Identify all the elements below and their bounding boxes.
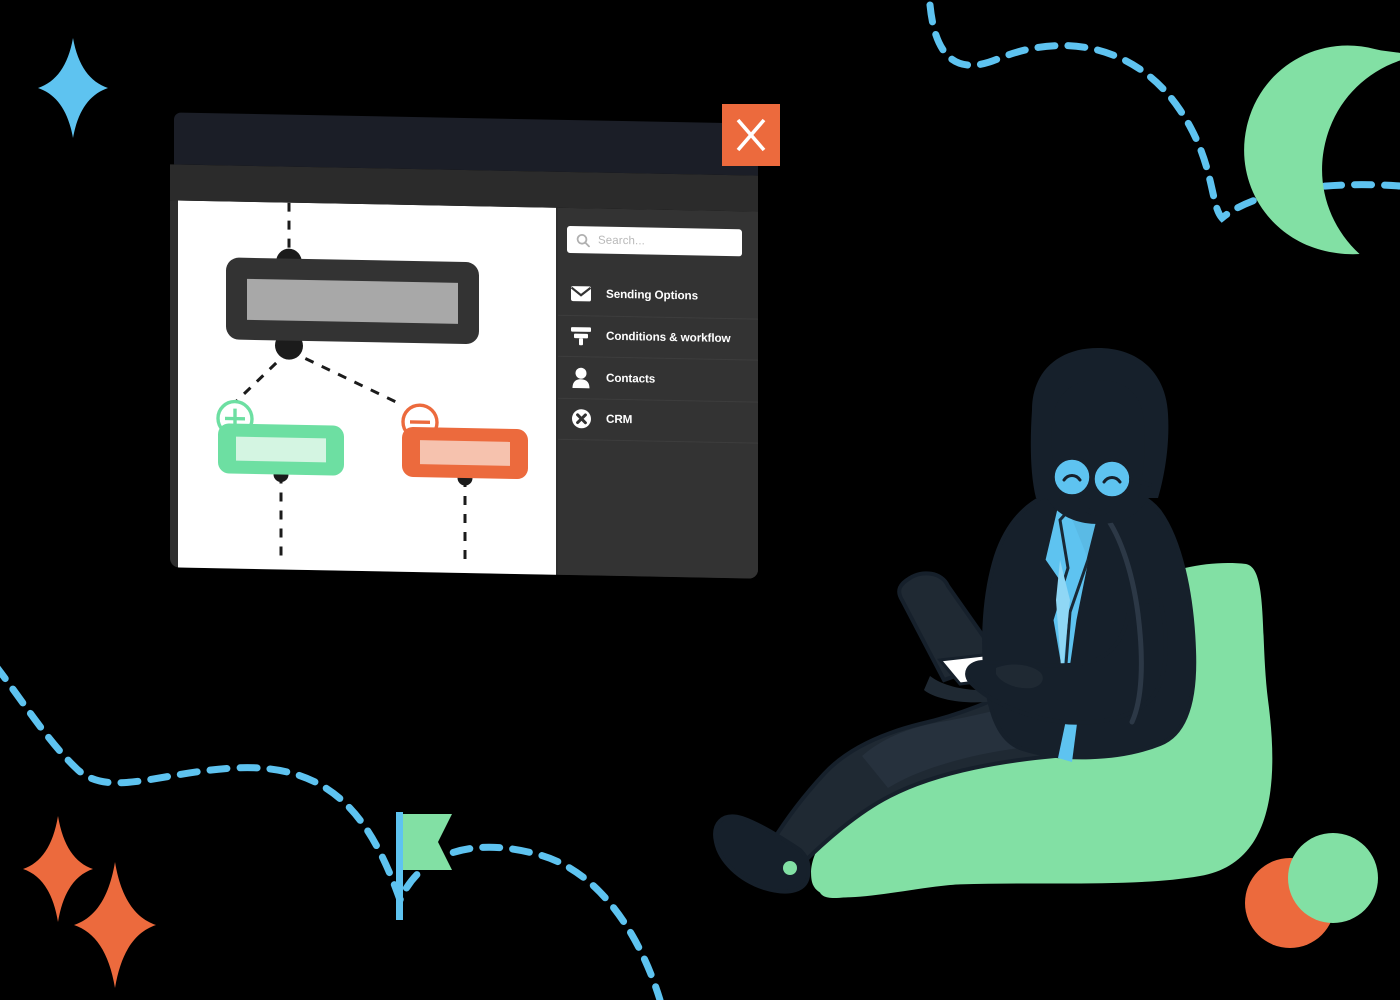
head	[1030, 348, 1169, 524]
search-placeholder-text: Search...	[598, 234, 645, 247]
sidebar-item-conditions-workflow[interactable]: Conditions & workflow	[558, 314, 758, 360]
search-input[interactable]: Search...	[567, 225, 742, 257]
negative-branch-node[interactable]	[402, 426, 528, 480]
illustration-canvas: Search... Sending Options Conditions & w…	[0, 0, 1400, 1000]
main-step-node-content	[247, 278, 458, 324]
person-icon	[570, 366, 592, 389]
app-window: Search... Sending Options Conditions & w…	[170, 112, 758, 579]
search-icon	[576, 233, 590, 247]
body-jacket	[965, 484, 1197, 762]
close-icon	[736, 118, 766, 152]
sidebar-menu: Sending Options Conditions & workflow Co…	[558, 273, 758, 444]
sidebar-item-label: CRM	[606, 412, 633, 427]
flow-canvas	[178, 200, 556, 579]
sidebar-item-label: Contacts	[606, 371, 656, 386]
positive-branch-node-content	[236, 436, 326, 463]
main-step-node[interactable]	[226, 257, 479, 345]
sidebar-item-sending-options[interactable]: Sending Options	[558, 273, 758, 318]
envelope-icon	[570, 283, 592, 305]
circle-x-icon	[570, 408, 592, 430]
positive-branch-node[interactable]	[218, 423, 344, 476]
sidebar-item-label: Sending Options	[606, 287, 698, 303]
negative-branch-node-content	[420, 440, 510, 466]
sidebar-item-crm[interactable]: CRM	[558, 397, 758, 443]
filter-icon	[570, 325, 592, 347]
close-button[interactable]	[722, 104, 780, 166]
sidebar-panel: Search... Sending Options Conditions & w…	[558, 207, 758, 579]
sidebar-item-contacts[interactable]: Contacts	[558, 355, 758, 402]
sidebar-item-label: Conditions & workflow	[606, 329, 731, 346]
window-body: Search... Sending Options Conditions & w…	[170, 200, 758, 579]
